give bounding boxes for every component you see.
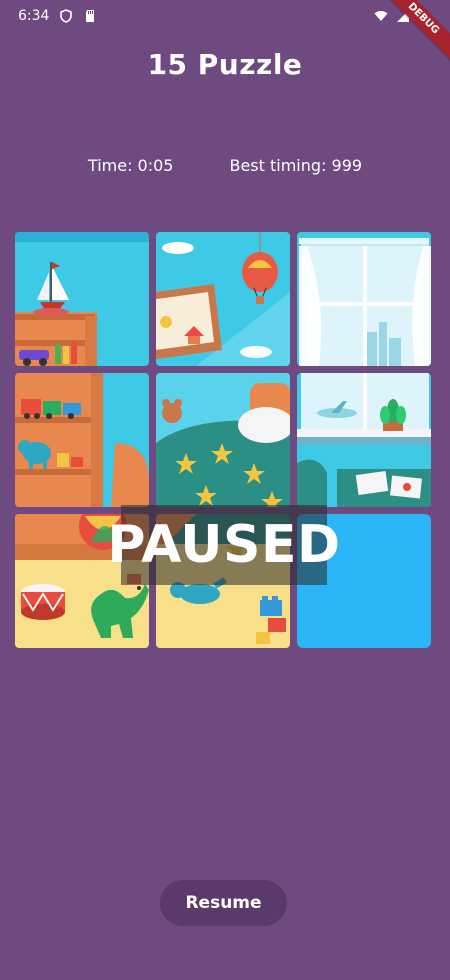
paused-label: PAUSED <box>107 515 341 575</box>
sd-card-icon <box>83 9 97 23</box>
puzzle-tile-4[interactable] <box>15 373 149 507</box>
elapsed-time: Time: 0:05 <box>87 156 174 175</box>
shield-icon <box>59 9 73 23</box>
best-timing: Best timing: 999 <box>229 156 363 175</box>
puzzle-tile-5[interactable] <box>156 373 290 507</box>
status-left: 6:34 <box>18 8 97 24</box>
page-title: 15 Puzzle <box>147 48 303 81</box>
app-root: 6:34 DEBUG 15 Puzzle Time: 0:05 Best tim <box>0 0 450 980</box>
timer-row: Time: 0:05 Best timing: 999 <box>0 156 450 175</box>
puzzle-tile-2[interactable] <box>156 232 290 366</box>
resume-button[interactable]: Resume <box>160 880 287 926</box>
puzzle-tile-6[interactable] <box>297 373 431 507</box>
puzzle-tile-3[interactable] <box>297 232 431 366</box>
wifi-icon <box>374 9 388 23</box>
paused-overlay: PAUSED <box>107 505 340 585</box>
status-bar: 6:34 <box>0 0 450 32</box>
puzzle-tile-1[interactable] <box>15 232 149 366</box>
status-time: 6:34 <box>18 8 50 24</box>
puzzle-grid <box>15 232 432 649</box>
